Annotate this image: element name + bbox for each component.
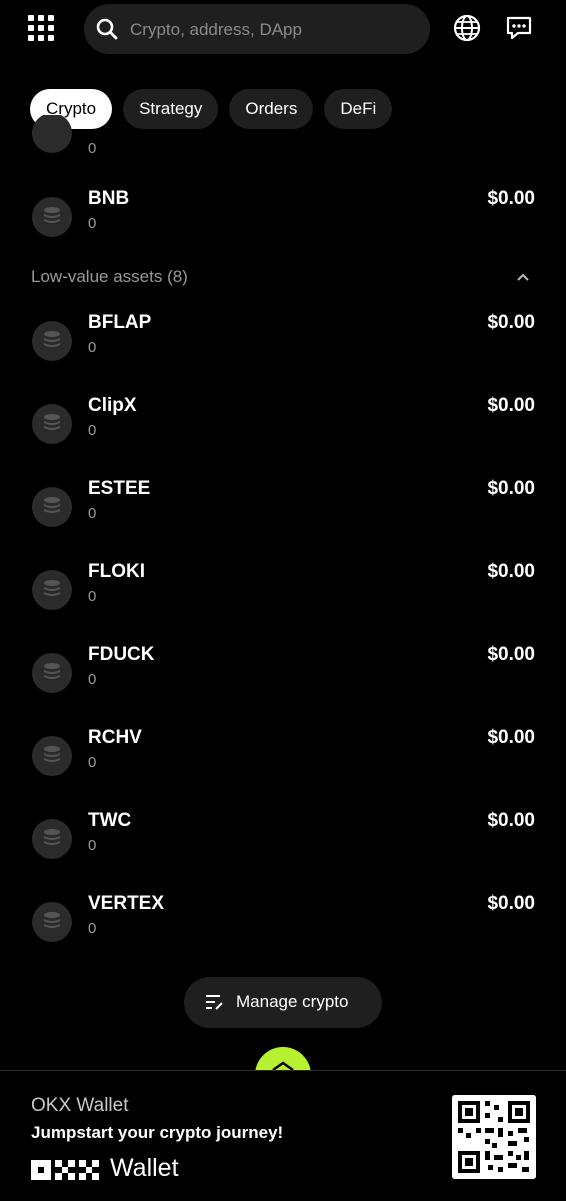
asset-value: $0.00 — [487, 478, 535, 499]
asset-value: $0.00 — [487, 188, 535, 209]
asset-amount: 0 — [88, 140, 97, 157]
globe-icon[interactable] — [453, 14, 481, 42]
asset-row-bnb[interactable]: BNB 0 $0.00 — [0, 188, 566, 267]
coin-placeholder-icon — [32, 321, 72, 361]
manage-crypto-label: Manage crypto — [236, 992, 349, 1011]
asset-name: RCHV — [88, 727, 142, 748]
partial-asset-row[interactable]: 0 — [0, 115, 566, 160]
qr-code-icon[interactable] — [452, 1095, 536, 1179]
banner-title: OKX Wallet — [31, 1095, 129, 1116]
asset-row-twc[interactable]: TWC 0 $0.00 — [0, 810, 566, 889]
asset-amount: 0 — [88, 920, 97, 937]
asset-name: ESTEE — [88, 478, 151, 499]
asset-name: VERTEX — [88, 893, 165, 914]
coin-placeholder-icon — [32, 653, 72, 693]
asset-amount: 0 — [88, 754, 97, 771]
asset-row-clipx[interactable]: ClipX 0 $0.00 — [0, 395, 566, 474]
asset-value: $0.00 — [487, 561, 535, 582]
chat-icon[interactable] — [505, 14, 533, 42]
section-title: Low-value assets (8) — [31, 267, 188, 286]
asset-row-fduck[interactable]: FDUCK 0 $0.00 — [0, 644, 566, 723]
low-value-section-header[interactable]: Low-value assets (8) — [0, 265, 566, 291]
asset-name: FLOKI — [88, 561, 145, 582]
asset-name: ClipX — [88, 395, 137, 416]
asset-value: $0.00 — [487, 810, 535, 831]
coin-placeholder-icon — [32, 736, 72, 776]
asset-amount: 0 — [88, 422, 97, 439]
coin-placeholder-icon — [32, 902, 72, 942]
asset-row-floki[interactable]: FLOKI 0 $0.00 — [0, 561, 566, 640]
search-bar[interactable] — [84, 4, 430, 54]
coin-placeholder-icon — [32, 570, 72, 610]
asset-name: BFLAP — [88, 312, 152, 333]
asset-amount: 0 — [88, 215, 97, 232]
asset-name: FDUCK — [88, 644, 155, 665]
coin-placeholder-icon — [32, 819, 72, 859]
top-bar — [0, 0, 566, 60]
asset-value: $0.00 — [487, 893, 535, 914]
chevron-up-icon[interactable] — [515, 271, 531, 283]
apps-grid-icon[interactable] — [28, 15, 56, 43]
asset-value: $0.00 — [487, 312, 535, 333]
asset-row-rchv[interactable]: RCHV 0 $0.00 — [0, 727, 566, 806]
manage-crypto-button[interactable]: Manage crypto — [184, 977, 382, 1028]
coin-placeholder-icon — [32, 115, 72, 153]
asset-row-vertex[interactable]: VERTEX 0 $0.00 — [0, 893, 566, 972]
search-input[interactable] — [128, 14, 422, 46]
asset-amount: 0 — [88, 505, 97, 522]
asset-value: $0.00 — [487, 727, 535, 748]
asset-name: TWC — [88, 810, 132, 831]
asset-row-bflap[interactable]: BFLAP 0 $0.00 — [0, 312, 566, 391]
asset-row-estee[interactable]: ESTEE 0 $0.00 — [0, 478, 566, 557]
asset-amount: 0 — [88, 671, 97, 688]
search-icon — [96, 18, 118, 40]
coin-placeholder-icon — [32, 197, 72, 237]
coin-placeholder-icon — [32, 404, 72, 444]
asset-value: $0.00 — [487, 395, 535, 416]
okx-logo-icon — [31, 1160, 99, 1180]
manage-list-icon — [206, 995, 223, 1010]
asset-amount: 0 — [88, 837, 97, 854]
banner-subtitle: Jumpstart your crypto journey! — [31, 1123, 284, 1142]
asset-value: $0.00 — [487, 644, 535, 665]
asset-amount: 0 — [88, 588, 97, 605]
coin-placeholder-icon — [32, 487, 72, 527]
asset-amount: 0 — [88, 339, 97, 356]
okx-wallet-banner[interactable]: OKX Wallet Jumpstart your crypto journey… — [0, 1070, 566, 1201]
banner-logo-wallet: Wallet — [110, 1154, 179, 1182]
asset-name: BNB — [88, 188, 130, 209]
